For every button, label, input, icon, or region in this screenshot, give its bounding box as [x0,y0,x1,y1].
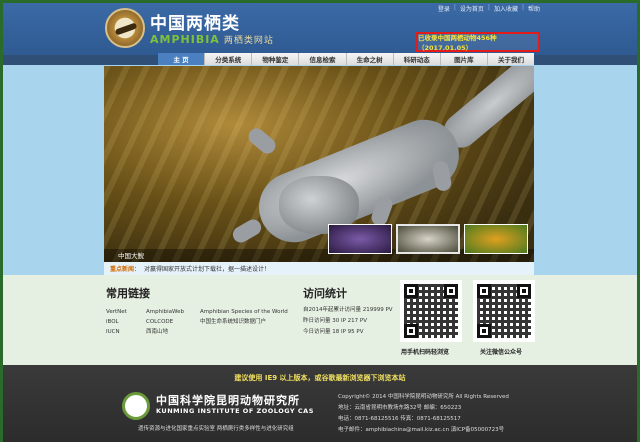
site-footer: 建议使用 IE9 以上版本，或谷歌最新浏览器下浏览本站 [3,365,637,442]
site-title[interactable]: 中国两栖类 [150,9,240,34]
site-logo-icon[interactable] [105,8,145,48]
wechat-qr-code [473,280,535,342]
link-iucn[interactable]: IUCN [106,327,127,337]
thumbnail-3[interactable] [464,224,528,254]
nav-image-library[interactable]: 图片库 [441,53,488,65]
links-col-1: VertNet iBOL IUCN [106,307,127,337]
thumbnail-1[interactable] [328,224,392,254]
site-subtitle: AMPHIBIA 两栖类网站 [150,33,274,46]
nav-information-search[interactable]: 信息检索 [299,53,347,65]
links-title: 常用链接 [106,287,150,300]
mobile-qr-caption: 用手机扫码轻浏览 [401,349,450,356]
stat-yesterday: 昨日访问量 30 IP 217 PV [303,318,368,324]
nav-about-us[interactable]: 关于我们 [488,53,534,65]
link-vertnet[interactable]: VertNet [106,307,127,317]
link-amphibian-species-of-the-world[interactable]: Amphibian Species of the World [200,307,288,317]
hero-thumbnails [328,224,528,254]
stats-lines: 自2014年起累计访问量 219999 PV 昨日访问量 30 IP 217 P… [303,305,393,338]
nav-species-identification[interactable]: 物种鉴定 [252,53,300,65]
site-header [3,3,637,55]
stat-total: 自2014年起累计访问量 219999 PV [303,307,393,313]
address: 地址：云南省昆明市教场东路32号 邮编：650223 [338,405,462,411]
links-section: 常用链接 VertNet iBOL IUCN AmphibiaWeb COLCO… [3,275,637,365]
email-icp[interactable]: 电子邮件：amphibiachina@mail.kiz.ac.cn 滇ICP备0… [338,425,509,436]
hero-slideshow[interactable]: 中国大鲵 [104,66,534,262]
footer-info: Copyright© 2014 中国科学院昆明动物研究所 All Rights … [338,392,509,436]
mobile-qr-code [400,280,462,342]
links-col-2: AmphibiaWeb COLCODE 西南山地 [146,307,184,337]
nav-research-news[interactable]: 科研动态 [394,53,441,65]
kiz-logo-icon [122,392,150,420]
copyright: Copyright© 2014 中国科学院昆明动物研究所 All Rights … [338,394,509,400]
phone-fax: 电话：0871-68125516 传真：0871-68125517 [338,416,461,422]
links-col-3: Amphibian Species of the World 中国生命系统知识数… [200,307,288,327]
hero-caption: 中国大鲵 [118,252,144,260]
help-link[interactable]: 帮助 [528,4,540,13]
org-name-en: KUNMING INSTITUTE OF ZOOLOGY CAS [156,407,314,415]
link-colcode[interactable]: COLCODE [146,317,184,327]
link-china-life-system-portal[interactable]: 中国生命系统知识数据门户 [200,317,288,327]
nav-home[interactable]: 主 页 [158,53,206,65]
stats-title: 访问统计 [303,287,347,300]
nav-tree-of-life[interactable]: 生命之树 [347,53,394,65]
org-name-cn: 中国科学院昆明动物研究所 [156,394,300,407]
thumbnail-2[interactable] [396,224,460,254]
link-ibol[interactable]: iBOL [106,317,127,327]
species-count-notice: 已收录中国两栖动物456种（2017.01.05） [416,32,540,52]
link-southwest-mountains[interactable]: 西南山地 [146,327,184,337]
login-link[interactable]: 登录 [438,4,450,13]
add-favorite-link[interactable]: 加入收藏 [494,4,518,13]
link-amphibiaweb[interactable]: AmphibiaWeb [146,307,184,317]
main-nav: 主 页 分类系统 物种鉴定 信息检索 生命之树 科研动态 图片库 关于我们 [158,53,534,65]
ticker-text[interactable]: 对赢得国家开放式计划下载社，据一描述设计！ [144,264,270,273]
nav-classification[interactable]: 分类系统 [205,53,253,65]
stat-today: 今日访问量 18 IP 95 PV [303,329,364,335]
top-links: 登录 | 设为首页 | 加入收藏 | 帮助 [437,4,540,13]
footer-motto: 遗传资源与进化国家重点实验室 两栖爬行类多样性与进化研究组 [138,426,294,432]
news-ticker: 重点新闻： 对赢得国家开放式计划下载社，据一描述设计！ [104,262,534,275]
ticker-label: 重点新闻： [110,266,141,273]
set-homepage-link[interactable]: 设为首页 [460,4,484,13]
browser-notice: 建议使用 IE9 以上版本，或谷歌最新浏览器下浏览本站 [234,374,406,382]
wechat-qr-caption: 关注微信公众号 [480,349,523,356]
